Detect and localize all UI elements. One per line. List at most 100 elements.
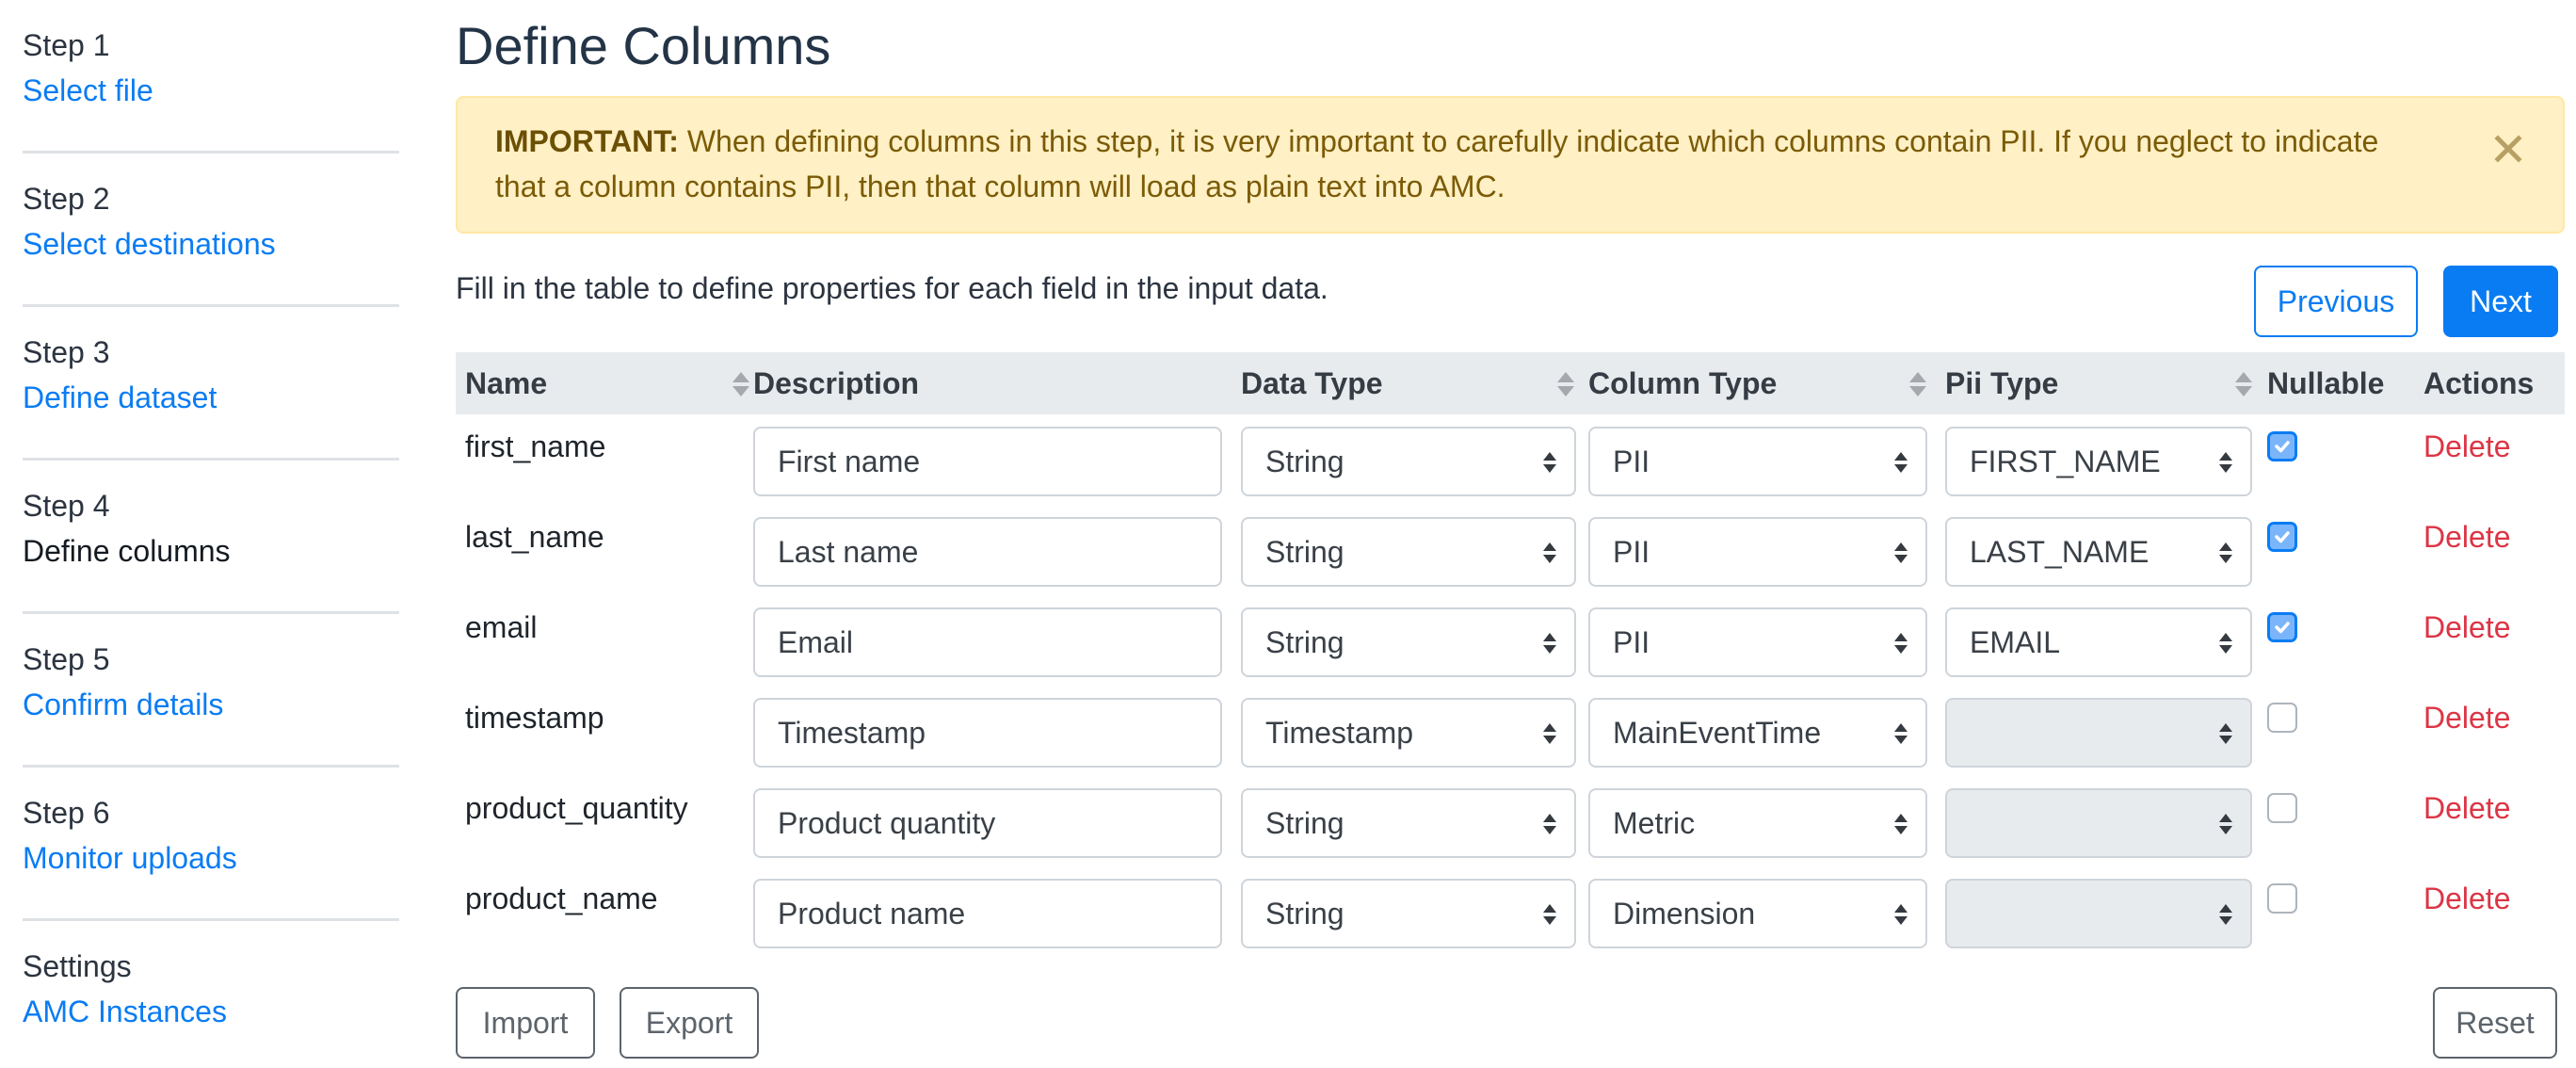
data-type-select[interactable]: String: [1241, 517, 1576, 587]
data-type-value: String: [1265, 535, 1344, 569]
table-row: last_name Last name String PII LAST_NAME Dele…: [456, 505, 2565, 595]
sidebar-step-1: Step 1 Select file: [23, 0, 399, 154]
select-caret-icon: [1893, 451, 1908, 474]
column-type-select[interactable]: PII: [1588, 607, 1927, 677]
table-row: first_name First name String PII FIRST_NAME D…: [456, 414, 2565, 505]
pii-type-value: FIRST_NAME: [1970, 445, 2161, 478]
pii-type-value: LAST_NAME: [1970, 535, 2149, 569]
next-button[interactable]: Next: [2443, 266, 2558, 337]
column-type-value: Dimension: [1613, 897, 1756, 930]
step-label: Step 3: [23, 335, 110, 369]
export-button[interactable]: Export: [620, 987, 759, 1059]
delete-row-link[interactable]: Delete: [2423, 789, 2511, 827]
column-type-select[interactable]: Metric: [1588, 788, 1927, 858]
sort-icon[interactable]: [1908, 371, 1928, 397]
select-caret-icon: [1893, 542, 1908, 564]
description-input[interactable]: Timestamp: [753, 698, 1222, 768]
pii-type-select[interactable]: LAST_NAME: [1945, 517, 2252, 587]
column-header-description[interactable]: Description: [744, 352, 919, 414]
import-button[interactable]: Import: [456, 987, 595, 1059]
column-header-name[interactable]: Name: [456, 352, 547, 414]
pii-warning-alert: IMPORTANT: When defining columns in this…: [456, 96, 2565, 234]
sidebar-settings: Settings AMC Instances: [23, 921, 399, 1068]
select-caret-icon: [1542, 542, 1557, 564]
sidebar-step-2: Step 2 Select destinations: [23, 154, 399, 307]
column-name: timestamp: [465, 701, 604, 735]
sidebar-link-monitor-uploads[interactable]: Monitor uploads: [23, 839, 237, 877]
data-type-value: Timestamp: [1265, 716, 1414, 750]
sidebar-step-5: Step 5 Confirm details: [23, 614, 399, 768]
previous-button[interactable]: Previous: [2254, 266, 2418, 337]
column-type-value: PII: [1613, 535, 1650, 569]
pii-type-select: [1945, 698, 2252, 768]
data-type-select[interactable]: Timestamp: [1241, 698, 1576, 768]
description-input[interactable]: Email: [753, 607, 1222, 677]
column-type-value: PII: [1613, 625, 1650, 659]
column-name: email: [465, 610, 538, 644]
close-icon[interactable]: [2489, 130, 2527, 168]
table-header: Name Description Data Type Column Type P…: [456, 352, 2565, 414]
description-input[interactable]: Product quantity: [753, 788, 1222, 858]
column-header-column-type[interactable]: Column Type: [1579, 352, 1777, 414]
nullable-checkbox[interactable]: [2267, 431, 2297, 461]
column-type-select[interactable]: PII: [1588, 427, 1927, 496]
wizard-sidebar: Step 1 Select file Step 2 Select destina…: [23, 0, 399, 1068]
description-input[interactable]: Last name: [753, 517, 1222, 587]
step-label: Step 4: [23, 489, 110, 523]
columns-table: Name Description Data Type Column Type P…: [456, 352, 2565, 957]
select-caret-icon: [1893, 903, 1908, 926]
column-type-select[interactable]: MainEventTime: [1588, 698, 1927, 768]
column-header-data-type[interactable]: Data Type: [1232, 352, 1383, 414]
column-type-select[interactable]: PII: [1588, 517, 1927, 587]
data-type-select[interactable]: String: [1241, 427, 1576, 496]
column-type-select[interactable]: Dimension: [1588, 879, 1927, 948]
delete-row-link[interactable]: Delete: [2423, 428, 2511, 465]
sidebar-link-confirm-details[interactable]: Confirm details: [23, 686, 223, 723]
step-label: Step 6: [23, 796, 110, 830]
data-type-value: String: [1265, 897, 1344, 930]
table-row: email Email String PII EMAIL Delete: [456, 595, 2565, 686]
sidebar-link-select-file[interactable]: Select file: [23, 72, 153, 109]
table-body: first_name First name String PII FIRST_NAME D…: [456, 414, 2565, 957]
pii-type-select: [1945, 879, 2252, 948]
select-caret-icon: [2218, 903, 2233, 926]
column-header-pii-type[interactable]: Pii Type: [1936, 352, 2058, 414]
description-input[interactable]: Product name: [753, 879, 1222, 948]
select-caret-icon: [1542, 903, 1557, 926]
delete-row-link[interactable]: Delete: [2423, 518, 2511, 556]
description-input[interactable]: First name: [753, 427, 1222, 496]
delete-row-link[interactable]: Delete: [2423, 699, 2511, 736]
pii-type-select[interactable]: EMAIL: [1945, 607, 2252, 677]
select-caret-icon: [2218, 451, 2233, 474]
data-type-select[interactable]: String: [1241, 607, 1576, 677]
select-caret-icon: [1542, 632, 1557, 655]
nullable-checkbox[interactable]: [2267, 793, 2297, 823]
reset-button[interactable]: Reset: [2433, 987, 2557, 1059]
sort-icon[interactable]: [2233, 371, 2254, 397]
select-caret-icon: [1893, 813, 1908, 835]
select-caret-icon: [2218, 542, 2233, 564]
pii-type-value: EMAIL: [1970, 625, 2061, 659]
nullable-checkbox[interactable]: [2267, 883, 2297, 914]
nullable-checkbox[interactable]: [2267, 703, 2297, 733]
sidebar-link-select-destinations[interactable]: Select destinations: [23, 225, 276, 263]
delete-row-link[interactable]: Delete: [2423, 880, 2511, 917]
step-label: Step 1: [23, 28, 110, 62]
data-type-select[interactable]: String: [1241, 879, 1576, 948]
nullable-checkbox[interactable]: [2267, 612, 2297, 642]
data-type-select[interactable]: String: [1241, 788, 1576, 858]
column-type-value: Metric: [1613, 806, 1696, 840]
sidebar-link-define-dataset[interactable]: Define dataset: [23, 379, 217, 416]
column-header-nullable[interactable]: Nullable: [2258, 352, 2384, 414]
intro-text: Fill in the table to define properties f…: [456, 271, 1328, 305]
select-caret-icon: [1542, 813, 1557, 835]
nullable-checkbox[interactable]: [2267, 522, 2297, 552]
select-caret-icon: [2218, 813, 2233, 835]
table-row: product_quantity Product quantity String Me…: [456, 776, 2565, 866]
pii-type-select[interactable]: FIRST_NAME: [1945, 427, 2252, 496]
alert-message: When defining columns in this step, it i…: [495, 124, 2379, 203]
sort-icon[interactable]: [1555, 371, 1576, 397]
table-row: product_name Product name String Dimension D…: [456, 866, 2565, 957]
sidebar-link-amc-instances[interactable]: AMC Instances: [23, 993, 227, 1030]
delete-row-link[interactable]: Delete: [2423, 608, 2511, 646]
